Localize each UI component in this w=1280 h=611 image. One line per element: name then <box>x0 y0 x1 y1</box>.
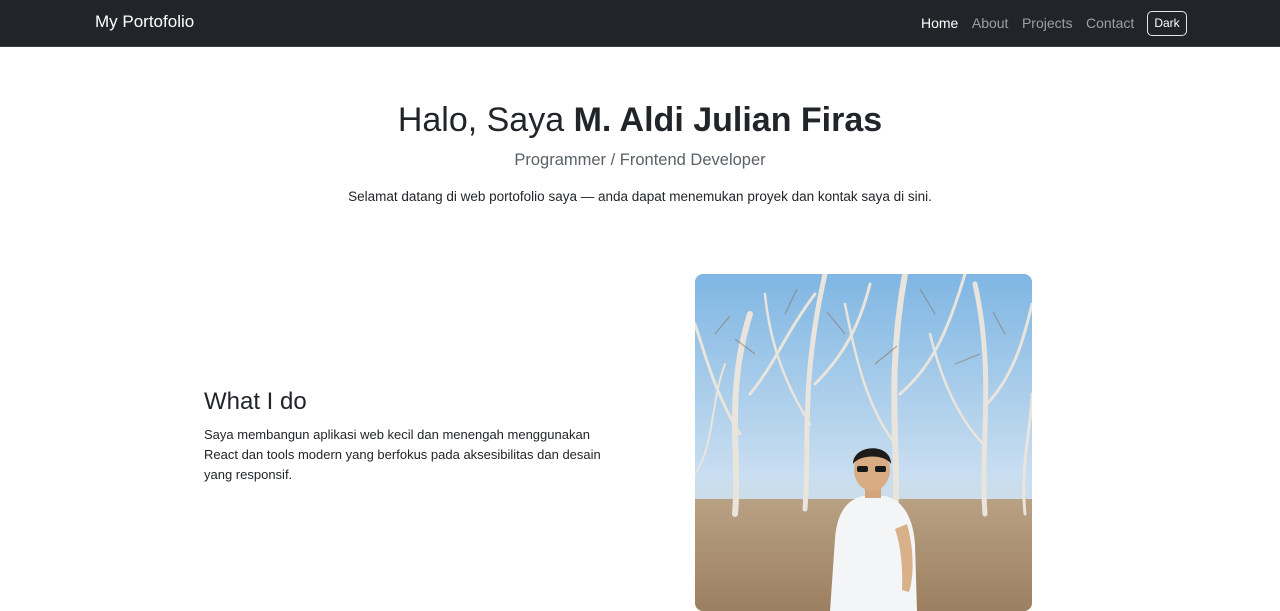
brand-link[interactable]: My Portofolio <box>95 12 194 32</box>
nav-link-home[interactable]: Home <box>921 15 958 31</box>
about-text: Saya membangun aplikasi web kecil dan me… <box>204 427 601 482</box>
hero-name: M. Aldi Julian Firas <box>573 101 883 139</box>
hero-subtitle: Programmer / Frontend Developer <box>514 151 766 169</box>
nav-link-about[interactable]: About <box>972 15 1009 31</box>
navbar: My Portofolio Home About Projects Contac… <box>0 0 1280 47</box>
hero-lead: Selamat datang di web portofolio saya — … <box>348 189 932 204</box>
hero-title: Halo, Saya M. Aldi Julian Firas <box>0 101 1280 140</box>
hero-greeting: Halo, Saya <box>397 101 565 139</box>
nav-link-projects[interactable]: Projects <box>1022 15 1073 31</box>
nav-link-contact[interactable]: Contact <box>1086 15 1134 31</box>
theme-toggle-button[interactable]: Dark <box>1147 11 1187 36</box>
profile-photo-illustration <box>695 274 1032 611</box>
nav-links: Home About Projects Contact <box>921 15 1148 31</box>
about-heading: What I do <box>204 388 307 415</box>
profile-photo <box>695 274 1032 611</box>
